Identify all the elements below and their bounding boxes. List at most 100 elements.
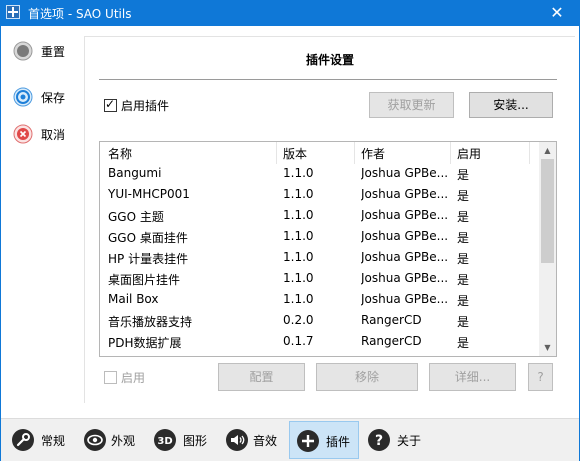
table-row[interactable]: Bangumi 1.1.0 Joshua GPBe... 是: [100, 164, 540, 185]
column-divider: [354, 142, 355, 164]
plugin-name: Bangumi: [108, 166, 162, 180]
tab-general[interactable]: 常规: [5, 421, 75, 459]
tab-label-plugins: 插件: [326, 435, 351, 449]
install-button[interactable]: 安装...: [469, 92, 553, 118]
table-row[interactable]: GGO 桌面挂件 1.1.0 Joshua GPBe... 是: [100, 227, 540, 248]
panel-heading: 插件设置: [305, 53, 354, 67]
plugin-author: Joshua GPBe...: [361, 292, 449, 306]
plugin-enabled: 是: [457, 210, 470, 224]
plugin-enabled: 是: [457, 273, 470, 287]
plugin-enabled: 是: [457, 252, 470, 266]
plugin-name: GGO 主题: [108, 210, 164, 224]
plugin-name: 桌面图片挂件: [108, 273, 181, 287]
table-row[interactable]: Mail Box 1.1.0 Joshua GPBe... 是: [100, 290, 540, 311]
column-divider: [450, 142, 451, 164]
plugin-list[interactable]: 名称 版本 作者 启用 Bangumi 1.1.0 Joshua GPBe... 是 Y…: [99, 141, 557, 357]
column-header-name[interactable]: 名称: [108, 145, 132, 162]
tab-label-graphics: 图形: [183, 434, 208, 448]
speaker-icon: [226, 429, 248, 451]
preferences-window: 重置 保存 取消 插件设置 启用插件 获取更新 安装... 名称 版本: [0, 26, 580, 461]
plugin-author: RangerCD: [361, 334, 422, 348]
cancel-label: 取消: [41, 128, 66, 142]
question-icon: ?: [368, 429, 390, 451]
plugin-enabled: 是: [457, 231, 470, 245]
enable-plugins-label: 启用插件: [121, 99, 170, 113]
plugin-version: 1.1.0: [283, 208, 314, 222]
svg-text:3D: 3D: [157, 436, 172, 447]
plugin-author: Joshua GPBe...: [361, 271, 449, 285]
app-icon: [6, 5, 20, 19]
plus-icon: [297, 430, 319, 452]
plugin-version: 1.1.0: [283, 229, 314, 243]
tab-about[interactable]: ? 关于: [361, 421, 431, 459]
enable-selected-label: 启用: [121, 371, 146, 385]
plugin-name: Mail Box: [108, 292, 159, 306]
scroll-down-arrow[interactable]: ▼: [539, 339, 556, 356]
plugin-rows: Bangumi 1.1.0 Joshua GPBe... 是 YUI-MHCP001 1.…: [100, 164, 540, 353]
vertical-scrollbar[interactable]: ▲ ▼: [539, 142, 556, 356]
plugin-version: 0.2.0: [283, 313, 314, 327]
table-row[interactable]: HP 计量表挂件 1.1.0 Joshua GPBe... 是: [100, 248, 540, 269]
plugin-author: Joshua GPBe...: [361, 250, 449, 264]
column-header-enabled[interactable]: 启用: [457, 145, 481, 162]
heading-divider: [99, 79, 557, 80]
close-button[interactable]: ✕: [534, 0, 580, 26]
plugin-author: Joshua GPBe...: [361, 166, 449, 180]
remove-button[interactable]: 移除: [316, 363, 418, 391]
plugin-author: Joshua GPBe...: [361, 187, 449, 201]
plugin-version: 1.1.0: [283, 166, 314, 180]
cancel-icon: [13, 124, 33, 144]
table-row[interactable]: 音乐播放器支持 0.2.0 RangerCD 是: [100, 311, 540, 332]
plugin-author: Joshua GPBe...: [361, 229, 449, 243]
title-bar: 首选项 - SAO Utils ✕: [0, 0, 580, 26]
column-divider: [276, 142, 277, 164]
table-row[interactable]: YUI-MHCP001 1.1.0 Joshua GPBe... 是: [100, 185, 540, 206]
plugin-version: 1.1.0: [283, 271, 314, 285]
enable-selected-checkbox[interactable]: [104, 371, 117, 384]
window-title: 首选项 - SAO Utils: [28, 7, 132, 21]
plugin-enabled: 是: [457, 294, 470, 308]
plugin-enabled: 是: [457, 189, 470, 203]
configure-button[interactable]: 配置: [218, 363, 305, 391]
plugin-enabled: 是: [457, 336, 470, 350]
plugin-version: 0.1.7: [283, 334, 314, 348]
scroll-up-arrow[interactable]: ▲: [539, 142, 556, 159]
plugin-settings-panel: 插件设置 启用插件 获取更新 安装... 名称 版本 作者 启用 Bangumi…: [84, 36, 575, 403]
svg-text:?: ?: [375, 433, 383, 449]
column-divider: [529, 142, 530, 164]
tab-label-general: 常规: [41, 434, 66, 448]
plugin-name: YUI-MHCP001: [108, 187, 190, 201]
get-updates-button[interactable]: 获取更新: [369, 92, 454, 118]
plugin-version: 1.1.0: [283, 292, 314, 306]
plugin-version: 1.1.0: [283, 250, 314, 264]
plugin-enabled: 是: [457, 168, 470, 182]
category-tab-bar: 常规 外观 3D 图形 音效 插件 ? 关于: [1, 418, 579, 461]
wrench-icon: [12, 429, 34, 451]
scroll-thumb[interactable]: [541, 159, 554, 263]
plugin-enabled: 是: [457, 315, 470, 329]
details-button[interactable]: 详细...: [429, 363, 516, 391]
tab-graphics[interactable]: 3D 图形: [147, 421, 217, 459]
column-header-version[interactable]: 版本: [283, 145, 307, 162]
reset-label: 重置: [41, 45, 66, 59]
help-button[interactable]: ?: [528, 363, 553, 391]
plugin-name: HP 计量表挂件: [108, 252, 189, 266]
tab-appearance[interactable]: 外观: [77, 421, 145, 459]
table-row[interactable]: GGO 主题 1.1.0 Joshua GPBe... 是: [100, 206, 540, 227]
plugin-version: 1.1.0: [283, 187, 314, 201]
table-row[interactable]: 桌面图片挂件 1.1.0 Joshua GPBe... 是: [100, 269, 540, 290]
enable-plugins-checkbox[interactable]: [104, 97, 117, 112]
tab-label-appearance: 外观: [111, 434, 136, 448]
tab-plugins[interactable]: 插件: [289, 421, 359, 459]
tab-sound[interactable]: 音效: [219, 421, 287, 459]
tab-label-sound: 音效: [253, 434, 278, 448]
tab-label-about: 关于: [397, 434, 422, 448]
table-row[interactable]: PDH数据扩展 0.1.7 RangerCD 是: [100, 332, 540, 353]
plugin-name: GGO 桌面挂件: [108, 231, 188, 245]
save-icon: [13, 87, 33, 107]
plugin-name: PDH数据扩展: [108, 336, 182, 350]
plugin-author: Joshua GPBe...: [361, 208, 449, 222]
plugin-name: 音乐播放器支持: [108, 315, 193, 329]
save-label: 保存: [41, 91, 66, 105]
column-header-author[interactable]: 作者: [361, 145, 385, 162]
